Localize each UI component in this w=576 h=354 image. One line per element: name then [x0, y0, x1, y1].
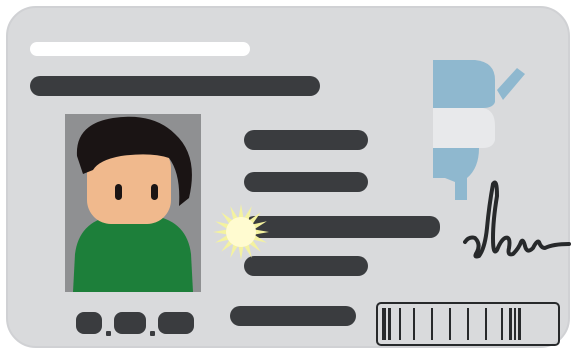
image-canvas — [0, 0, 576, 354]
field-line-3 — [244, 216, 440, 238]
signature-icon — [463, 176, 573, 266]
field-line-5 — [230, 306, 356, 326]
name-placeholder-bar — [30, 76, 320, 96]
person-portrait-icon — [65, 114, 201, 292]
field-line-1 — [244, 130, 368, 150]
id-card — [6, 6, 573, 348]
field-line-2 — [244, 172, 368, 192]
sun-seal-icon — [209, 200, 273, 264]
code-dots — [76, 312, 194, 338]
barcode-icon — [376, 302, 560, 346]
title-placeholder-bar — [30, 42, 250, 56]
